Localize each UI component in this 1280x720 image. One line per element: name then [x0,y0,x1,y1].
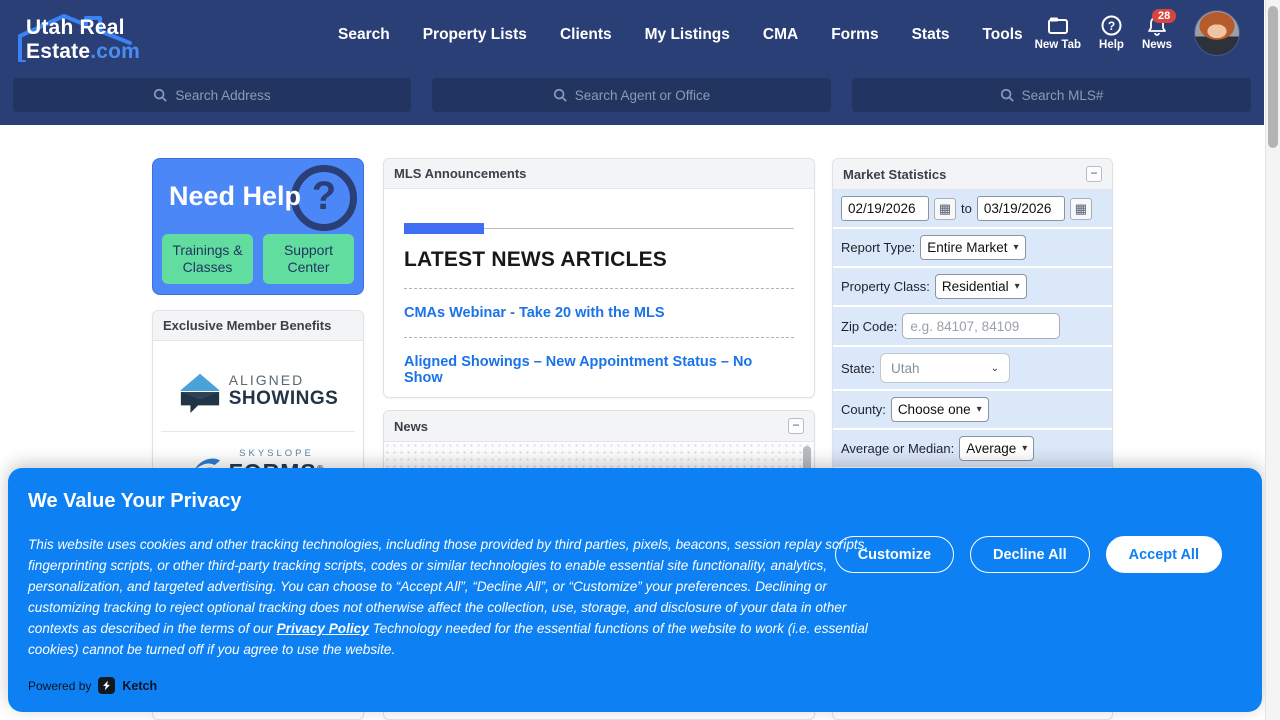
nav-property-lists[interactable]: Property Lists [423,26,527,44]
search-icon [553,88,567,102]
new-tab-icon [1047,16,1069,36]
powered-by-label: Powered by [28,679,91,693]
search-icon [153,88,167,102]
site-logo[interactable]: Utah Real Estate.com [12,8,242,62]
date-from-input[interactable]: 02/19/2026 [841,196,929,221]
decline-all-button[interactable]: Decline All [970,536,1090,573]
news-count-badge: 28 [1152,9,1176,23]
page-scrollbar-thumb[interactable] [1268,6,1278,148]
trainings-classes-button[interactable]: Trainings & Classes [162,234,253,284]
zip-code-input[interactable] [902,313,1060,339]
date-to-input[interactable]: 03/19/2026 [977,196,1065,221]
state-label: State: [841,361,875,376]
ketch-logo-icon[interactable] [98,677,115,694]
divider [404,337,794,338]
article-link-aligned-showings[interactable]: Aligned Showings – New Appointment Statu… [404,354,794,386]
nav-stats[interactable]: Stats [912,26,950,44]
search-address-input[interactable]: Search Address [13,78,411,112]
carousel-progress [404,223,794,234]
help-icon: ? [1101,15,1122,36]
chevron-down-icon: ▾ [1022,443,1027,454]
market-statistics-header: Market Statistics − [833,159,1112,190]
news-button[interactable]: 28 News [1142,15,1172,51]
main-navigation: Search Property Lists Clients My Listing… [338,26,1023,44]
nav-clients[interactable]: Clients [560,26,612,44]
chevron-down-icon: ⌄ [991,363,999,374]
privacy-policy-link[interactable]: Privacy Policy [277,621,369,636]
news-header: News − [384,411,814,442]
latest-news-heading: LATEST NEWS ARTICLES [404,248,794,272]
property-class-select[interactable]: Residential▾ [935,274,1027,299]
collapse-icon[interactable]: − [788,418,804,434]
page-scrollbar[interactable] [1265,0,1280,720]
aligned-showings-logo[interactable]: ALIGNED SHOWINGS [161,351,355,431]
average-median-label: Average or Median: [841,441,954,456]
calendar-icon[interactable]: ▦ [934,198,956,220]
nav-tools[interactable]: Tools [982,26,1022,44]
nav-search[interactable]: Search [338,26,390,44]
county-label: County: [841,402,886,417]
logo-text: Utah Real Estate.com [26,16,242,64]
search-agent-input[interactable]: Search Agent or Office [432,78,831,112]
state-select[interactable]: Utah⌄ [880,353,1010,383]
new-tab-button[interactable]: New Tab [1035,16,1081,51]
need-help-title: Need Help [169,181,301,212]
collapse-icon[interactable]: − [1086,166,1102,182]
accept-all-button[interactable]: Accept All [1106,536,1222,573]
cookie-consent-banner: We Value Your Privacy This website uses … [8,468,1262,712]
nav-cma[interactable]: CMA [763,26,798,44]
divider [404,288,794,289]
article-link-cmas-webinar[interactable]: CMAs Webinar - Take 20 with the MLS [404,305,794,321]
need-help-card: Need Help ? Trainings & Classes Support … [152,158,364,295]
search-icon [1000,88,1014,102]
county-select[interactable]: Choose one▾ [891,397,989,422]
chevron-down-icon: ▾ [1015,281,1020,292]
average-median-select[interactable]: Average▾ [959,436,1034,461]
mls-announcements-header: MLS Announcements [384,159,814,189]
privacy-banner-text: This website uses cookies and other trac… [28,534,880,660]
search-mls-input[interactable]: Search MLS# [852,78,1251,112]
aligned-showings-icon [178,367,222,415]
customize-button[interactable]: Customize [835,536,954,573]
member-benefits-header: Exclusive Member Benefits [153,311,363,341]
svg-text:?: ? [1108,19,1115,33]
calendar-icon[interactable]: ▦ [1070,198,1092,220]
date-range-row: 02/19/2026 ▦ to 03/19/2026 ▦ [833,190,1112,229]
support-center-button[interactable]: Support Center [263,234,354,284]
report-type-label: Report Type: [841,240,915,255]
report-type-select[interactable]: Entire Market▾ [920,235,1025,260]
help-button[interactable]: ? Help [1099,15,1124,51]
nav-forms[interactable]: Forms [831,26,878,44]
top-header: Utah Real Estate.com Search Property Lis… [0,0,1264,125]
privacy-banner-title: We Value Your Privacy [28,490,241,513]
nav-my-listings[interactable]: My Listings [645,26,730,44]
property-class-label: Property Class: [841,279,930,294]
user-avatar[interactable] [1194,10,1240,56]
zip-code-label: Zip Code: [841,319,897,334]
mls-announcements-card: MLS Announcements LATEST NEWS ARTICLES C… [383,158,815,398]
ketch-name: Ketch [122,679,157,693]
chevron-down-icon: ▾ [977,404,982,415]
chevron-down-icon: ▾ [1013,242,1018,253]
